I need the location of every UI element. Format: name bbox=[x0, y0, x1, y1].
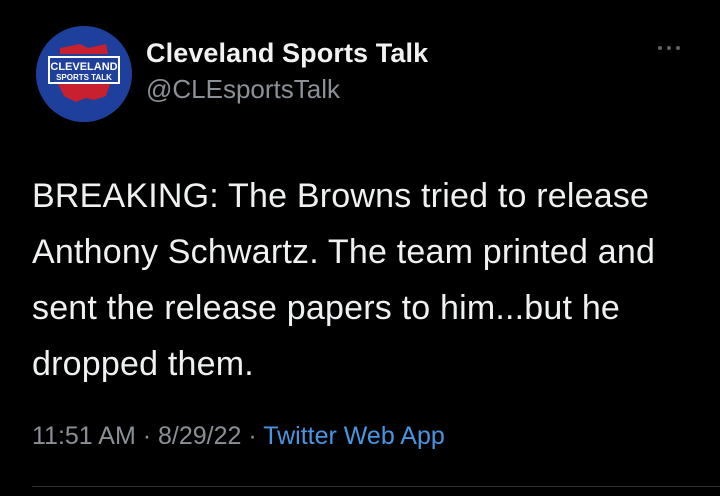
display-name[interactable]: Cleveland Sports Talk bbox=[146, 38, 428, 69]
tweet-meta: 11:51 AM · 8/29/22 · Twitter Web App bbox=[32, 422, 445, 451]
avatar-line2: SPORTS TALK bbox=[56, 73, 112, 82]
tweet-time[interactable]: 11:51 AM bbox=[32, 422, 136, 450]
avatar[interactable]: CLEVELAND SPORTS TALK bbox=[36, 26, 132, 122]
tweet-card: CLEVELAND SPORTS TALK Cleveland Sports T… bbox=[0, 0, 720, 496]
tweet-source-link[interactable]: Twitter Web App bbox=[263, 422, 445, 450]
meta-separator: · bbox=[248, 422, 257, 450]
team-logo-avatar-icon: CLEVELAND SPORTS TALK bbox=[36, 26, 132, 122]
more-horizontal-icon bbox=[658, 46, 680, 50]
tweet-date[interactable]: 8/29/22 bbox=[158, 422, 241, 450]
more-options-button[interactable] bbox=[652, 38, 686, 58]
meta-separator: · bbox=[142, 422, 152, 450]
avatar-line1: CLEVELAND bbox=[50, 61, 117, 73]
tweet-text: BREAKING: The Browns tried to release An… bbox=[32, 177, 656, 383]
divider bbox=[32, 486, 720, 487]
user-handle[interactable]: @CLEsportsTalk bbox=[146, 74, 340, 105]
